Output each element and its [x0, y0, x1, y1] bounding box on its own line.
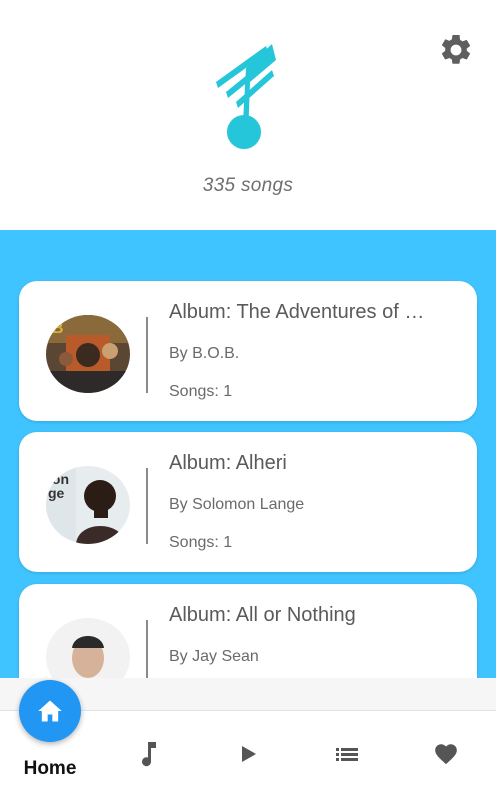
album-song-count: Songs: 1: [169, 534, 233, 551]
album-artist: By Solomon Lange: [169, 496, 305, 513]
divider: [146, 468, 148, 544]
album-card[interactable]: lon ge Album: Alheri By Solomon Lange So…: [19, 432, 477, 572]
album-card[interactable]: Album: All or Nothing By Jay Sean: [19, 584, 477, 678]
heart-icon: [435, 744, 457, 765]
album-title: Album: The Adventures of …: [169, 301, 425, 323]
album-song-count: Songs: 1: [169, 383, 233, 400]
svg-text:ge: ge: [48, 485, 65, 501]
album-art: lon ge: [46, 466, 130, 544]
svg-text:B: B: [52, 320, 64, 337]
songs-nav-button[interactable]: [128, 740, 168, 772]
divider: [146, 317, 148, 393]
play-nav-button[interactable]: [228, 740, 268, 772]
album-card[interactable]: B Album: The Adventures of … By B.O.B. S…: [19, 281, 477, 421]
album-title: Album: All or Nothing: [169, 604, 356, 626]
list-icon: [336, 748, 358, 761]
album-title: Album: Alheri: [169, 452, 287, 474]
album-art: [46, 618, 130, 678]
divider: [146, 620, 148, 678]
album-list: B Album: The Adventures of … By B.O.B. S…: [0, 0, 496, 678]
home-icon: [38, 700, 62, 722]
album-artist: By Jay Sean: [169, 648, 259, 665]
home-button[interactable]: [19, 680, 81, 742]
playlist-nav-button[interactable]: [327, 740, 367, 772]
music-note-icon: [142, 742, 156, 767]
favorites-nav-button[interactable]: [426, 740, 466, 772]
album-artist: By B.O.B.: [169, 345, 240, 362]
home-label: Home: [23, 758, 77, 779]
play-icon: [242, 746, 256, 762]
album-art: B: [46, 315, 130, 393]
